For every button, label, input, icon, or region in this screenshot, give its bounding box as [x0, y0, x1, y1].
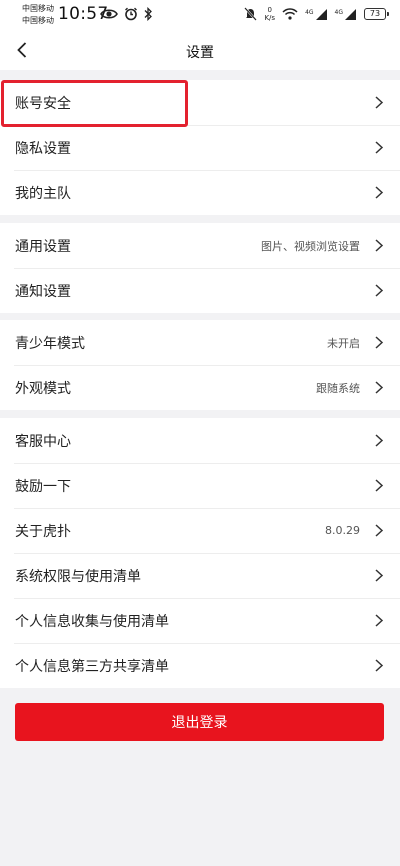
row-label: 通用设置: [15, 238, 71, 255]
chevron-right-icon: [375, 141, 384, 154]
row-label: 关于虎扑: [15, 523, 71, 540]
row-value: 未开启: [327, 336, 360, 350]
chevron-right-icon: [375, 614, 384, 627]
row-label: 个人信息收集与使用清单: [15, 613, 169, 630]
settings-group-account: 账号安全 隐私设置 我的主队: [0, 80, 400, 215]
mute-icon: [244, 7, 258, 21]
settings-row-my-team[interactable]: 我的主队: [0, 170, 400, 215]
settings-row-third-party-sharing[interactable]: 个人信息第三方共享清单: [0, 643, 400, 688]
row-label: 青少年模式: [15, 335, 85, 352]
settings-row-privacy[interactable]: 隐私设置: [0, 125, 400, 170]
settings-group-about: 客服中心 鼓励一下 关于虎扑 8.0.29 系统权限与使用清单 个人信息收集与使…: [0, 418, 400, 688]
settings-row-notifications[interactable]: 通知设置: [0, 268, 400, 313]
eye-icon: [100, 9, 118, 19]
chevron-right-icon: [375, 434, 384, 447]
signal-1-label: 4G: [305, 8, 314, 16]
app-version: 8.0.29: [325, 524, 360, 537]
settings-row-system-permissions[interactable]: 系统权限与使用清单: [0, 553, 400, 598]
net-speed-value: 0: [267, 6, 272, 14]
row-label: 客服中心: [15, 433, 71, 450]
row-label: 系统权限与使用清单: [15, 568, 141, 585]
row-label: 外观模式: [15, 380, 71, 397]
settings-row-personal-info-collection[interactable]: 个人信息收集与使用清单: [0, 598, 400, 643]
chevron-right-icon: [375, 479, 384, 492]
chevron-right-icon: [375, 239, 384, 252]
settings-row-about[interactable]: 关于虎扑 8.0.29: [0, 508, 400, 553]
status-icons-right: 0 K/s 4G 4G 73: [244, 4, 389, 24]
wifi-icon: [282, 8, 298, 20]
status-bar: 中国移动 中国移动 10:57 0 K/s 4G 4G 73: [0, 0, 400, 32]
settings-row-general[interactable]: 通用设置 图片、视频浏览设置: [0, 223, 400, 268]
signal-2-label: 4G: [334, 8, 343, 16]
row-value: 跟随系统: [316, 381, 360, 395]
signal-icon: 4G: [305, 8, 327, 20]
logout-button[interactable]: 退出登录: [15, 703, 384, 741]
carrier-labels: 中国移动 中国移动: [22, 3, 54, 27]
battery-icon: 73: [364, 8, 389, 20]
chevron-right-icon: [375, 524, 384, 537]
chevron-right-icon: [375, 96, 384, 109]
row-label: 账号安全: [15, 95, 71, 112]
settings-row-appearance[interactable]: 外观模式 跟随系统: [0, 365, 400, 410]
settings-group-modes: 青少年模式 未开启 外观模式 跟随系统: [0, 320, 400, 410]
row-label: 通知设置: [15, 283, 71, 300]
battery-level: 73: [369, 9, 381, 18]
row-label: 隐私设置: [15, 140, 71, 157]
chevron-right-icon: [375, 659, 384, 672]
settings-row-customer-service[interactable]: 客服中心: [0, 418, 400, 463]
chevron-right-icon: [375, 186, 384, 199]
chevron-right-icon: [375, 284, 384, 297]
row-label: 鼓励一下: [15, 478, 71, 495]
settings-group-general: 通用设置 图片、视频浏览设置 通知设置: [0, 223, 400, 313]
bluetooth-icon: [144, 7, 152, 21]
carrier-1: 中国移动: [22, 4, 54, 13]
chevron-right-icon: [375, 381, 384, 394]
alarm-icon: [125, 7, 137, 21]
row-label: 我的主队: [15, 185, 71, 202]
page-title: 设置: [186, 45, 214, 61]
net-speed-unit: K/s: [264, 14, 276, 22]
settings-row-account-security[interactable]: 账号安全: [0, 80, 400, 125]
carrier-2: 中国移动: [22, 16, 54, 25]
settings-row-rate-app[interactable]: 鼓励一下: [0, 463, 400, 508]
nav-bar: 设置: [0, 32, 400, 70]
status-icons-left: [100, 6, 152, 22]
chevron-right-icon: [375, 336, 384, 349]
chevron-right-icon: [375, 569, 384, 582]
row-value: 图片、视频浏览设置: [261, 239, 360, 253]
signal-icon-2: 4G: [334, 8, 357, 20]
row-label: 个人信息第三方共享清单: [15, 658, 169, 675]
settings-row-teen-mode[interactable]: 青少年模式 未开启: [0, 320, 400, 365]
net-speed: 0 K/s: [264, 6, 275, 22]
